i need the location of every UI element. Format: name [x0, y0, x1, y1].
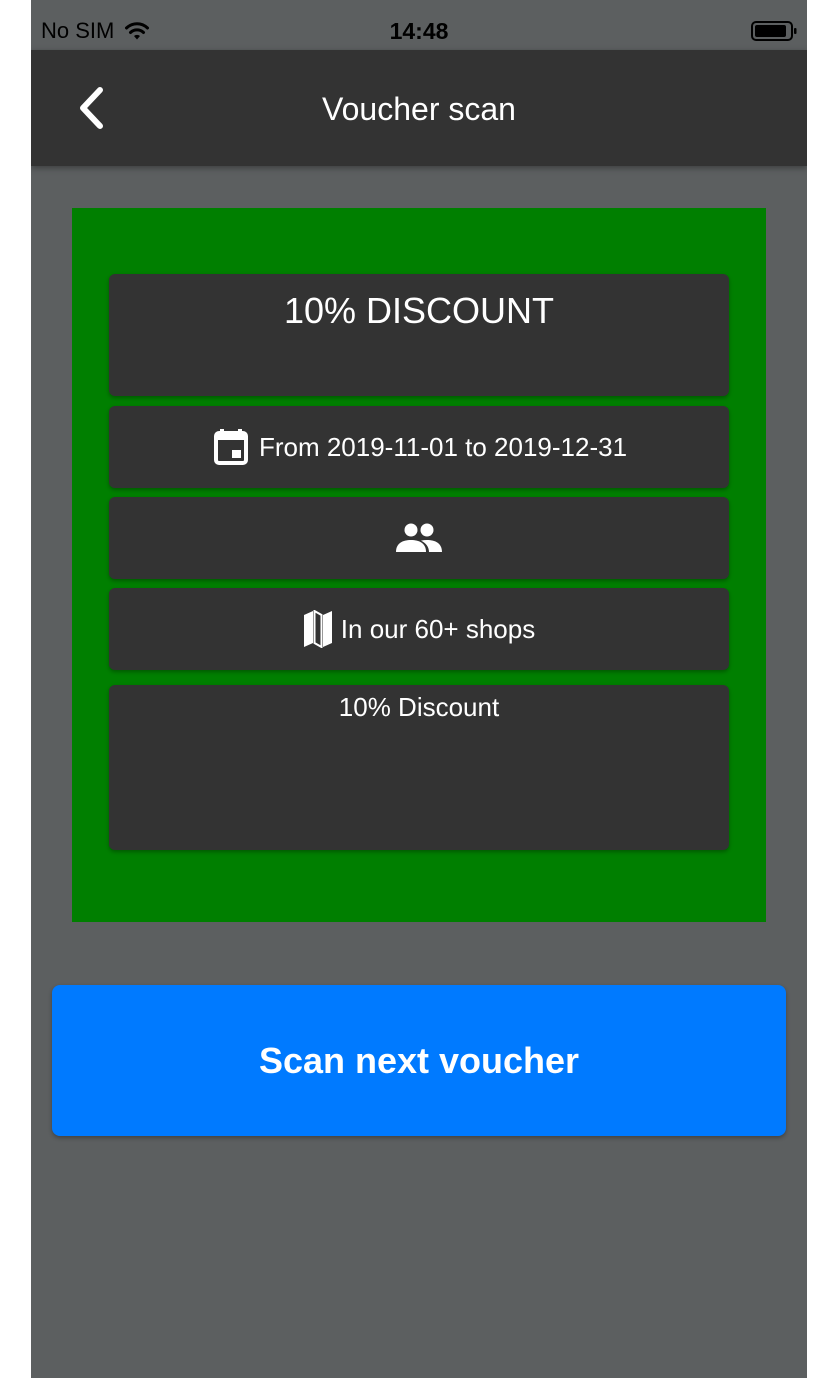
map-icon	[303, 610, 332, 648]
voucher-title-row: 10% DISCOUNT	[109, 274, 729, 396]
voucher-location: In our 60+ shops	[340, 614, 536, 644]
voucher-audience-row	[109, 497, 729, 579]
people-icon	[396, 523, 442, 552]
navigation-bar: Voucher scan	[31, 50, 807, 166]
battery-icon	[751, 21, 797, 41]
app-screen: No SIM 14:48 Voucher scan 10% DISCOUNT F…	[31, 0, 807, 1378]
voucher-location-row: In our 60+ shops	[109, 588, 729, 670]
voucher-description: 10% Discount	[338, 692, 500, 722]
voucher-validity-row: From 2019-11-01 to 2019-12-31	[109, 406, 729, 488]
voucher-description-row: 10% Discount	[109, 685, 729, 850]
voucher-card: 10% DISCOUNT From 2019-11-01 to 2019-12-…	[72, 208, 766, 922]
page-title: Voucher scan	[322, 91, 516, 127]
voucher-validity: From 2019-11-01 to 2019-12-31	[258, 432, 628, 462]
status-bar: No SIM 14:48	[31, 0, 807, 50]
status-time: 14:48	[389, 18, 449, 44]
scan-next-voucher-button[interactable]: Scan next voucher	[52, 985, 786, 1136]
calendar-icon	[213, 429, 248, 465]
voucher-title: 10% DISCOUNT	[283, 290, 555, 331]
